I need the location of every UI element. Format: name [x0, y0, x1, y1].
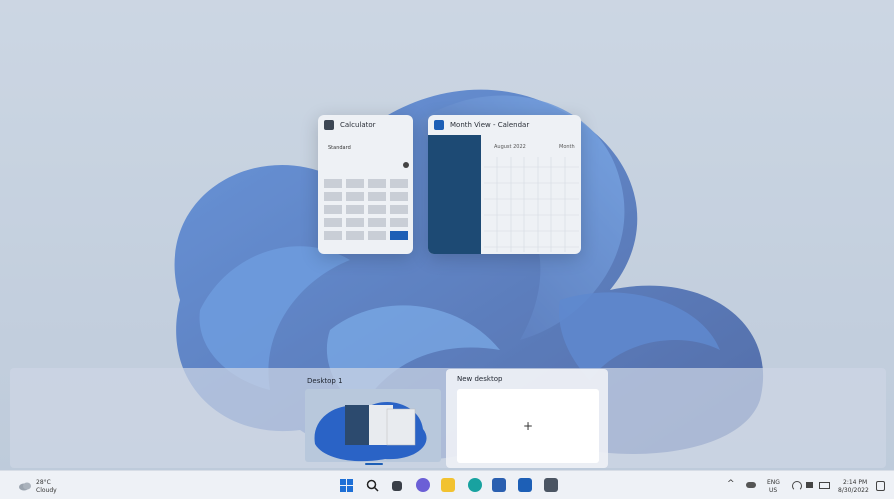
desktop-screen: Calculator Standard Month View - Calenda… [0, 0, 894, 499]
cloud-icon [19, 482, 31, 491]
calendar-app-icon [434, 120, 444, 130]
clock-time[interactable]: 2:14 PM [843, 479, 867, 486]
calendar-sidebar [428, 135, 481, 254]
search-icon[interactable] [366, 479, 379, 492]
calculator-keypad [324, 162, 409, 240]
new-desktop-label: New desktop [457, 375, 503, 383]
desktop-1-active-indicator [365, 463, 383, 465]
chevron-up-icon[interactable]: ^ [727, 479, 735, 489]
calendar-title: Month View - Calendar [450, 121, 530, 129]
desktop-1-label: Desktop 1 [307, 377, 343, 385]
calendar-view-label: Month [559, 144, 575, 150]
edge-icon[interactable] [468, 478, 482, 492]
chat-icon[interactable] [416, 478, 430, 492]
calculator-mode-label: Standard [328, 145, 351, 151]
clock-date[interactable]: 8/30/2022 [838, 487, 869, 494]
calculator-app-icon [324, 120, 334, 130]
calculator-title: Calculator [340, 121, 376, 129]
wifi-icon[interactable] [792, 481, 802, 491]
calendar-month-grid [484, 157, 579, 252]
taskbar: 28°C Cloudy ^ ENG US 2:14 PM 8/30/2022 [0, 470, 894, 499]
calculator-titlebar: Calculator [318, 115, 413, 135]
calendar-titlebar: Month View - Calendar [428, 115, 581, 135]
notification-icon[interactable] [876, 481, 885, 491]
plus-icon: + [522, 419, 534, 433]
language-line-1[interactable]: ENG [767, 479, 780, 486]
battery-icon[interactable] [819, 482, 830, 489]
store-icon[interactable] [492, 478, 506, 492]
weather-condition[interactable]: Cloudy [36, 487, 57, 494]
start-icon[interactable] [340, 479, 353, 492]
new-desktop-tile[interactable]: New desktop + [446, 369, 608, 468]
new-desktop-add-area[interactable]: + [457, 389, 599, 463]
weather-temp[interactable]: 28°C [36, 479, 51, 486]
language-line-2[interactable]: US [769, 487, 777, 494]
desktop-1-preview [305, 389, 441, 462]
calculator-window[interactable]: Calculator Standard [318, 115, 413, 254]
file-explorer-icon[interactable] [441, 478, 455, 492]
task-view-icon[interactable] [392, 481, 402, 491]
calendar-month-label: August 2022 [494, 144, 526, 150]
onedrive-icon[interactable] [746, 482, 756, 488]
desktop-1-thumbnail[interactable] [305, 389, 441, 462]
calendar-taskbar-icon[interactable] [518, 478, 532, 492]
volume-icon[interactable] [806, 482, 813, 488]
calculator-taskbar-icon[interactable] [544, 478, 558, 492]
calendar-window[interactable]: Month View - Calendar August 2022 Month [428, 115, 581, 254]
